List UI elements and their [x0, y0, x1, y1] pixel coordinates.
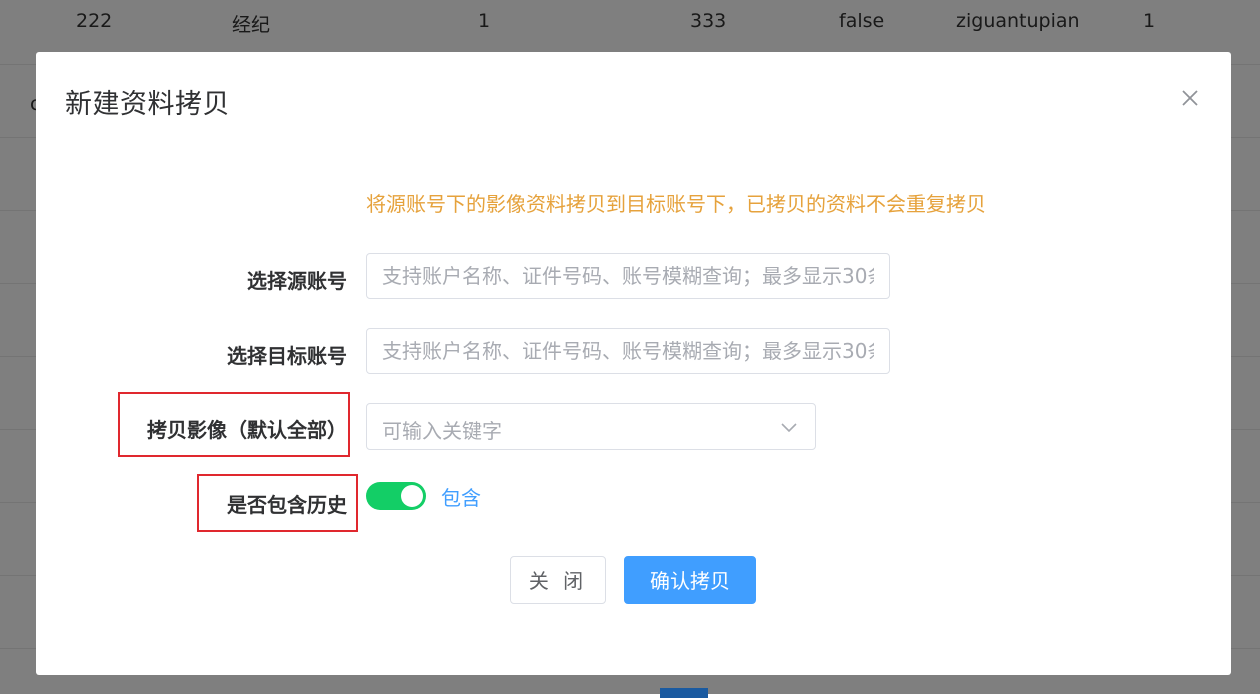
- copy-images-label: 拷贝影像（默认全部）: [147, 418, 347, 442]
- source-account-input[interactable]: [366, 253, 890, 299]
- target-account-label: 选择目标账号: [227, 344, 347, 368]
- new-copy-dialog: 新建资料拷贝 将源账号下的影像资料拷贝到目标账号下，已拷贝的资料不会重复拷贝 选…: [36, 52, 1231, 675]
- switch-knob: [401, 485, 423, 507]
- dialog-title: 新建资料拷贝: [65, 89, 230, 120]
- source-account-label: 选择源账号: [247, 269, 347, 293]
- include-history-switch-text: 包含: [441, 486, 481, 510]
- close-icon[interactable]: [1179, 87, 1201, 109]
- confirm-copy-button[interactable]: 确认拷贝: [624, 556, 756, 604]
- include-history-label: 是否包含历史: [227, 493, 347, 517]
- close-button[interactable]: 关 闭: [510, 556, 606, 604]
- pagination-active-page: [660, 688, 708, 698]
- target-account-input[interactable]: [366, 328, 890, 374]
- copy-notice: 将源账号下的影像资料拷贝到目标账号下，已拷贝的资料不会重复拷贝: [366, 192, 986, 216]
- chevron-down-icon: [781, 419, 797, 435]
- select-placeholder: 可输入关键字: [382, 419, 502, 443]
- include-history-switch[interactable]: [366, 482, 426, 510]
- copy-images-select[interactable]: 可输入关键字: [366, 403, 816, 450]
